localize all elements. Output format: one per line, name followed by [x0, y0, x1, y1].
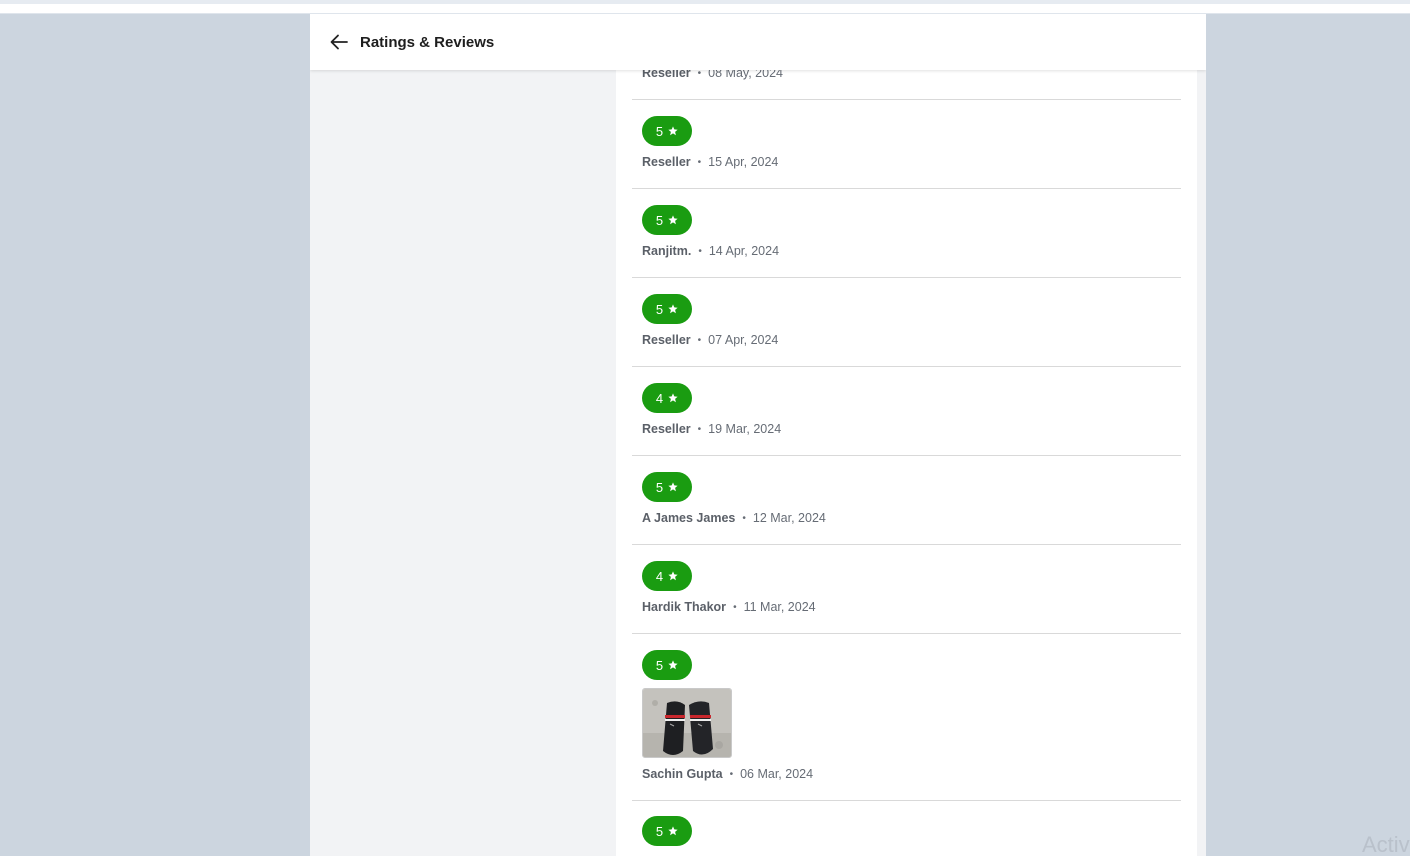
separator-dot: • — [742, 512, 746, 524]
review-meta: Reseller • 07 Apr, 2024 — [642, 333, 778, 347]
review-item: 5 Ranjitm. • 14 Apr, 2024 — [632, 189, 1181, 278]
separator-dot: • — [733, 601, 737, 613]
star-icon — [668, 215, 678, 225]
slippers-photo — [643, 689, 731, 757]
review-meta: Hardik Thakor • 11 Mar, 2024 — [642, 600, 816, 614]
rating-value: 5 — [655, 823, 664, 839]
star-icon — [668, 126, 678, 136]
review-item: 5 Reseller • 07 Apr, 2024 — [632, 278, 1181, 367]
rating-badge: 5 — [642, 816, 692, 846]
star-icon — [668, 393, 678, 403]
rating-badge: 5 — [642, 472, 692, 502]
review-meta: Reseller • 19 Mar, 2024 — [642, 422, 781, 436]
review-item: 5 A James James • 12 Mar, 2024 — [632, 456, 1181, 545]
review-date: 06 Mar, 2024 — [740, 767, 814, 781]
rating-value: 5 — [655, 479, 664, 495]
rating-value: 4 — [655, 390, 664, 406]
arrow-left-icon — [330, 34, 348, 50]
rating-value: 5 — [655, 123, 664, 139]
rating-badge: 5 — [642, 116, 692, 146]
review-item: 4 Hardik Thakor • 11 Mar, 2024 — [632, 545, 1181, 634]
back-button[interactable] — [328, 31, 350, 53]
star-icon — [668, 571, 678, 581]
page-title: Ratings & Reviews — [360, 33, 495, 51]
review-meta: Ranjitm. • 14 Apr, 2024 — [642, 244, 779, 258]
review-item: 5 Reseller • 15 Apr, 2024 — [632, 100, 1181, 189]
review-photo[interactable] — [642, 688, 732, 758]
review-author: Reseller — [642, 422, 691, 436]
reviews-panel[interactable]: Reseller • 08 May, 2024 5 Reseller • 15 … — [616, 14, 1197, 856]
ratings-page: Ratings & Reviews Reseller • 08 May, 202… — [310, 14, 1206, 856]
separator-dot: • — [697, 423, 702, 435]
review-date: 19 Mar, 2024 — [708, 422, 782, 436]
review-item: 4 Reseller • 19 Mar, 2024 — [632, 367, 1181, 456]
review-date: 11 Mar, 2024 — [743, 600, 816, 614]
review-author: Sachin Gupta — [642, 767, 723, 781]
rating-badge: 4 — [642, 383, 692, 413]
review-author: Hardik Thakor — [642, 600, 727, 614]
review-meta: Reseller • 15 Apr, 2024 — [642, 155, 778, 169]
review-author: A James James — [642, 511, 736, 525]
rating-value: 5 — [655, 657, 664, 673]
star-icon — [668, 304, 678, 314]
review-date: 15 Apr, 2024 — [708, 155, 779, 169]
rating-value: 4 — [655, 568, 664, 584]
page-header: Ratings & Reviews — [310, 14, 1206, 70]
review-item: 5 — [632, 801, 1181, 856]
review-date: 07 Apr, 2024 — [708, 333, 779, 347]
rating-badge: 5 — [642, 650, 692, 680]
star-icon — [668, 482, 678, 492]
rating-badge: 5 — [642, 205, 692, 235]
separator-dot: • — [697, 334, 702, 346]
separator-dot: • — [698, 245, 702, 257]
rating-value: 5 — [655, 212, 664, 228]
star-icon — [668, 660, 678, 670]
browser-top-strip — [0, 0, 1410, 14]
review-author: Reseller — [642, 155, 691, 169]
review-date: 14 Apr, 2024 — [708, 244, 780, 258]
review-author: Reseller — [642, 333, 691, 347]
activation-watermark: Activ — [1362, 832, 1410, 856]
review-date: 12 Mar, 2024 — [752, 511, 826, 525]
review-meta: Sachin Gupta • 06 Mar, 2024 — [642, 767, 813, 781]
star-icon — [668, 826, 678, 836]
review-item: 5 Sachin Gupta • 06 Mar, 2024 — [632, 634, 1181, 801]
separator-dot: • — [697, 156, 702, 168]
separator-dot: • — [729, 768, 734, 780]
rating-badge: 5 — [642, 294, 692, 324]
rating-value: 5 — [655, 301, 664, 317]
rating-badge: 4 — [642, 561, 692, 591]
review-meta: A James James • 12 Mar, 2024 — [642, 511, 826, 525]
review-author: Ranjitm. — [642, 244, 692, 258]
